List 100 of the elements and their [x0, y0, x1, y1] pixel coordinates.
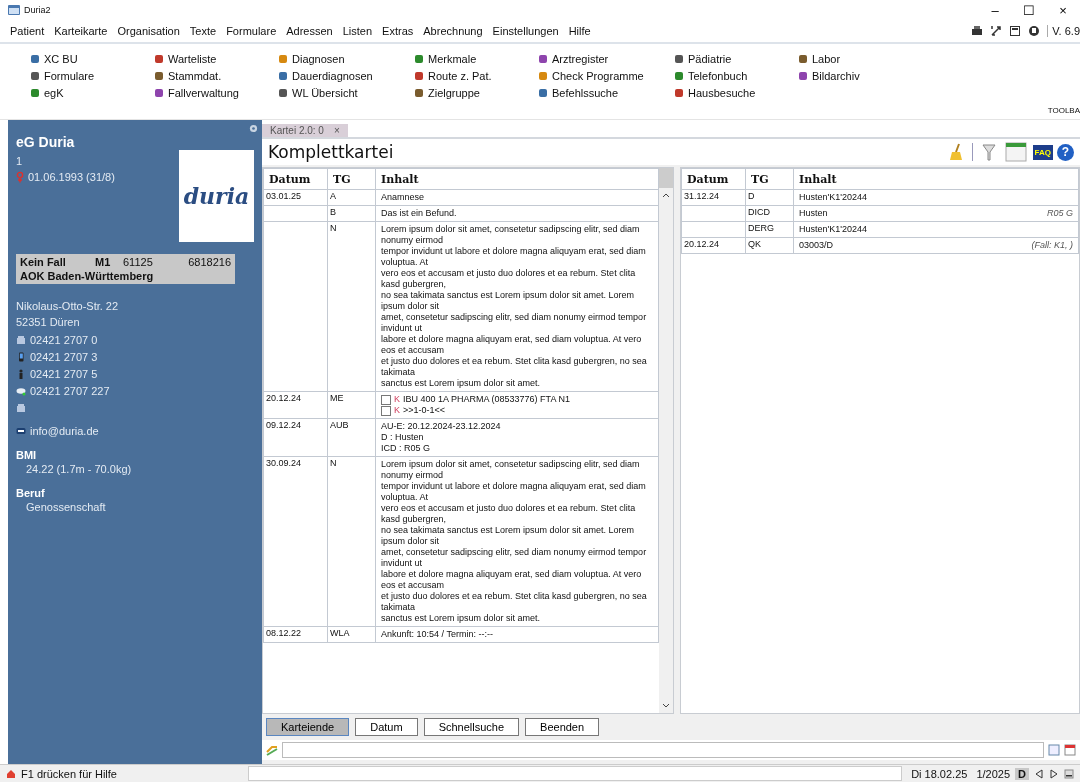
tile-icon: [414, 54, 424, 64]
toolbar-item[interactable]: Dauerdiagnosen: [278, 69, 400, 83]
toolbar-item[interactable]: Check Programme: [538, 69, 660, 83]
type-cell: D: [745, 189, 794, 206]
column-header[interactable]: TG: [745, 168, 794, 190]
next-icon[interactable]: [1049, 768, 1059, 779]
mode-button[interactable]: D: [1015, 767, 1029, 780]
menu-item[interactable]: Abrechnung: [423, 25, 483, 37]
contact-value: 02421 2707 5: [30, 367, 98, 382]
toolbar-item[interactable]: Merkmale: [414, 52, 524, 66]
scroll-down-icon[interactable]: [662, 703, 670, 709]
column-header[interactable]: Inhalt: [375, 168, 659, 190]
faq-icon[interactable]: FAQ: [1032, 144, 1053, 160]
content-cell: Anamnese: [375, 189, 659, 206]
calendar-icon[interactable]: [1004, 142, 1027, 162]
printer-icon[interactable]: [971, 25, 984, 37]
checkbox[interactable]: [381, 394, 391, 405]
tile-icon: [278, 54, 288, 64]
section-title: Beruf: [16, 487, 46, 499]
column-header[interactable]: Datum: [263, 168, 328, 190]
menu-item[interactable]: Hilfe: [568, 25, 591, 37]
window-control[interactable]: –: [978, 2, 1012, 18]
window-icon[interactable]: [1009, 25, 1022, 37]
menu-item[interactable]: Texte: [189, 25, 217, 37]
home-icon: [6, 768, 16, 779]
scroll-up-icon[interactable]: [662, 192, 670, 198]
version-label: V. 6.9: [1047, 25, 1080, 37]
menu-item[interactable]: Karteikarte: [54, 25, 108, 37]
broom-icon[interactable]: [947, 143, 964, 161]
scrollbar[interactable]: [659, 168, 673, 713]
action-button[interactable]: Beenden: [525, 718, 600, 736]
menu-item[interactable]: Organisation: [117, 25, 180, 37]
toolbar-item[interactable]: Fallverwaltung: [154, 86, 264, 100]
tile-icon: [154, 71, 164, 81]
content-cell: Das ist ein Befund.: [375, 205, 659, 222]
mail-icon: [16, 426, 26, 436]
previous-icon[interactable]: [1034, 768, 1044, 779]
toolbar-item[interactable]: Hausbesuche: [674, 86, 784, 100]
action-button[interactable]: Karteiende: [266, 718, 350, 736]
birth-date: 01.06.1993 (31/8): [28, 170, 115, 185]
window-control[interactable]: ×: [1046, 2, 1080, 18]
column-header[interactable]: TG: [327, 168, 376, 190]
note-text: (Fall: K1, ): [1031, 240, 1073, 251]
toolbar-item[interactable]: egK: [30, 86, 140, 100]
toolbar-item[interactable]: Formulare: [30, 69, 140, 83]
section-value: 24.22 (1.7m - 70.0kg): [25, 462, 133, 477]
toolbar-item[interactable]: Befehlssuche: [538, 86, 660, 100]
checkbox[interactable]: [381, 405, 391, 416]
window-control[interactable]: ☐: [1012, 2, 1046, 18]
column-header[interactable]: Inhalt: [793, 168, 1079, 190]
filter-icon[interactable]: [971, 143, 997, 161]
toolbar-item[interactable]: Labor: [798, 52, 908, 66]
type-cell: A: [327, 189, 376, 206]
tile-icon: [30, 71, 40, 81]
medication-text: >>1-0-1<<: [403, 405, 446, 416]
toolbar-item[interactable]: Stammdat.: [154, 69, 264, 83]
tile-icon: [278, 71, 288, 81]
action-button[interactable]: Schnellsuche: [423, 718, 520, 736]
calendar-icon[interactable]: [1064, 744, 1076, 756]
swap-icon[interactable]: [266, 744, 278, 756]
menu-item[interactable]: Einstellungen: [492, 25, 559, 37]
toolbar-item[interactable]: Warteliste: [154, 52, 264, 66]
mobile-icon: [16, 352, 26, 362]
toolbar-item[interactable]: XC BU: [30, 52, 140, 66]
calendar-icon[interactable]: [1048, 744, 1060, 756]
input-field[interactable]: [282, 742, 1044, 758]
tile-icon: [30, 54, 40, 64]
code-label: 61125: [123, 256, 154, 268]
menu-item[interactable]: Listen: [342, 25, 373, 37]
tile-icon: [538, 54, 548, 64]
tile-icon: [414, 71, 424, 81]
date-cell: 20.12.24: [681, 237, 746, 254]
column-header[interactable]: Datum: [681, 168, 746, 190]
menu-item[interactable]: Adressen: [286, 25, 333, 37]
arrows-icon[interactable]: [990, 25, 1003, 37]
help-icon[interactable]: ?: [1057, 143, 1074, 161]
tile-icon: [154, 54, 164, 64]
menu-item[interactable]: Extras: [382, 25, 414, 37]
toolbar-item[interactable]: Diagnosen: [278, 52, 400, 66]
toolbar-item[interactable]: Pädiatrie: [674, 52, 784, 66]
toolbar-item[interactable]: Route z. Pat.: [414, 69, 524, 83]
toolbar-item[interactable]: Arztregister: [538, 52, 660, 66]
action-button[interactable]: Datum: [355, 718, 418, 736]
tab[interactable]: Kartei 2.0: 0 ×: [262, 124, 348, 137]
close-icon[interactable]: ×: [333, 125, 340, 136]
menu-item[interactable]: Formulare: [226, 25, 277, 37]
case-label: Kein Fall: [20, 256, 67, 268]
toolbar-item[interactable]: Bildarchiv: [798, 69, 908, 83]
toolbar-item[interactable]: Telefonbuch: [674, 69, 784, 83]
content-cell: AU-E: 20.12.2024-23.12.2024 D : Husten ICD : R05 G: [375, 418, 659, 457]
toolbar-item[interactable]: Zielgruppe: [414, 86, 524, 100]
content-text: Husten'K1'20244: [799, 224, 867, 235]
menu-item[interactable]: Patient: [10, 25, 45, 37]
tile-icon: [674, 88, 684, 98]
toolbar-item[interactable]: WL Übersicht: [278, 86, 400, 100]
type-cell: WLA: [327, 626, 376, 643]
date-cell: 03.01.25: [263, 189, 328, 206]
date-cell: 20.12.24: [263, 391, 328, 419]
settings-icon[interactable]: [249, 124, 258, 133]
minimize-icon[interactable]: [1064, 768, 1074, 779]
